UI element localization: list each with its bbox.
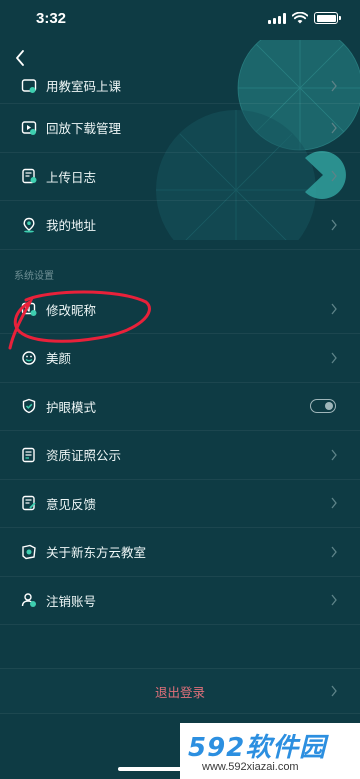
edit-nickname-icon: N (20, 300, 38, 318)
menu-label: 修改昵称 (46, 302, 97, 318)
chevron-right-icon (331, 122, 337, 134)
menu-label: 美颜 (46, 351, 72, 367)
menu-item-feedback[interactable]: 意见反馈 (0, 480, 360, 528)
menu-item-qualification[interactable]: 资质证照公示 (0, 431, 360, 480)
menu-item-edit-nickname[interactable]: N 修改昵称 (0, 286, 360, 334)
chevron-right-icon (331, 449, 337, 461)
chevron-right-icon (331, 303, 337, 315)
menu-label: 关于新东方云教室 (46, 545, 147, 561)
cellular-signal-icon (268, 12, 286, 24)
status-icons (268, 12, 341, 24)
status-time: 3:32 (36, 10, 67, 27)
menu-label: 意见反馈 (46, 496, 97, 512)
about-app-icon (20, 543, 38, 561)
svg-text:N: N (25, 306, 31, 314)
chevron-right-icon (331, 546, 337, 558)
classroom-code-icon (20, 77, 38, 95)
chevron-right-icon (331, 497, 337, 509)
chevron-left-icon (16, 50, 24, 66)
menu-item-my-address[interactable]: 我的地址 (0, 201, 360, 250)
site-watermark: 592软件园 www.592xiazai.com (180, 723, 360, 779)
shield-check-icon (20, 397, 38, 415)
menu-label: 用教室码上课 (46, 79, 122, 94)
menu-label: 注销账号 (46, 593, 97, 609)
back-button[interactable] (8, 46, 32, 70)
download-manage-icon (20, 119, 38, 137)
menu-item-about[interactable]: 关于新东方云教室 (0, 528, 360, 577)
menu-item-classroom-code[interactable]: 用教室码上课 (0, 68, 360, 104)
chevron-right-icon (331, 219, 337, 231)
logout-button[interactable]: 退出登录 (0, 668, 360, 714)
settings-screen: 3:32 用教室码上课 回放下载管理 上传日志 我的地址 系统设置 N 修改昵称… (0, 0, 360, 779)
chevron-right-icon (331, 80, 337, 91)
location-pin-icon (20, 216, 38, 234)
beauty-face-icon (20, 349, 38, 367)
watermark-logo-number: 592 (188, 733, 246, 763)
eye-protect-toggle[interactable] (310, 399, 336, 414)
chevron-right-icon (331, 685, 337, 697)
logout-label: 退出登录 (154, 684, 205, 700)
menu-label: 回放下载管理 (46, 121, 122, 137)
watermark-logo: 592软件园 (188, 727, 326, 764)
menu-item-cancel-account[interactable]: 注销账号 (0, 577, 360, 625)
toggle-knob (325, 402, 333, 411)
cancel-account-icon (20, 591, 38, 609)
chevron-right-icon (331, 352, 337, 364)
watermark-url: www.592xiazai.com (202, 761, 299, 773)
feedback-icon (20, 494, 38, 512)
section-title: 系统设置 (14, 270, 54, 282)
menu-item-upload-log[interactable]: 上传日志 (0, 153, 360, 201)
upload-log-icon (20, 167, 38, 185)
certificate-icon (20, 446, 38, 464)
menu-label: 资质证照公示 (46, 448, 122, 464)
wifi-icon (292, 12, 308, 24)
battery-icon (314, 12, 341, 24)
status-bar: 3:32 (0, 0, 360, 40)
watermark-logo-text: 软件园 (245, 733, 327, 763)
menu-item-download-manage[interactable]: 回放下载管理 (0, 104, 360, 153)
menu-item-beauty[interactable]: 美颜 (0, 334, 360, 383)
chevron-right-icon (331, 170, 337, 182)
menu-label: 护眼模式 (46, 399, 97, 415)
settings-menu-list: 用教室码上课 回放下载管理 上传日志 我的地址 系统设置 N 修改昵称 美颜 护… (0, 68, 360, 625)
menu-label: 上传日志 (46, 169, 97, 185)
menu-item-eye-protect: 护眼模式 (0, 383, 360, 431)
menu-label: 我的地址 (46, 218, 97, 234)
section-header-system-settings: 系统设置 (0, 250, 360, 286)
chevron-right-icon (331, 594, 337, 606)
